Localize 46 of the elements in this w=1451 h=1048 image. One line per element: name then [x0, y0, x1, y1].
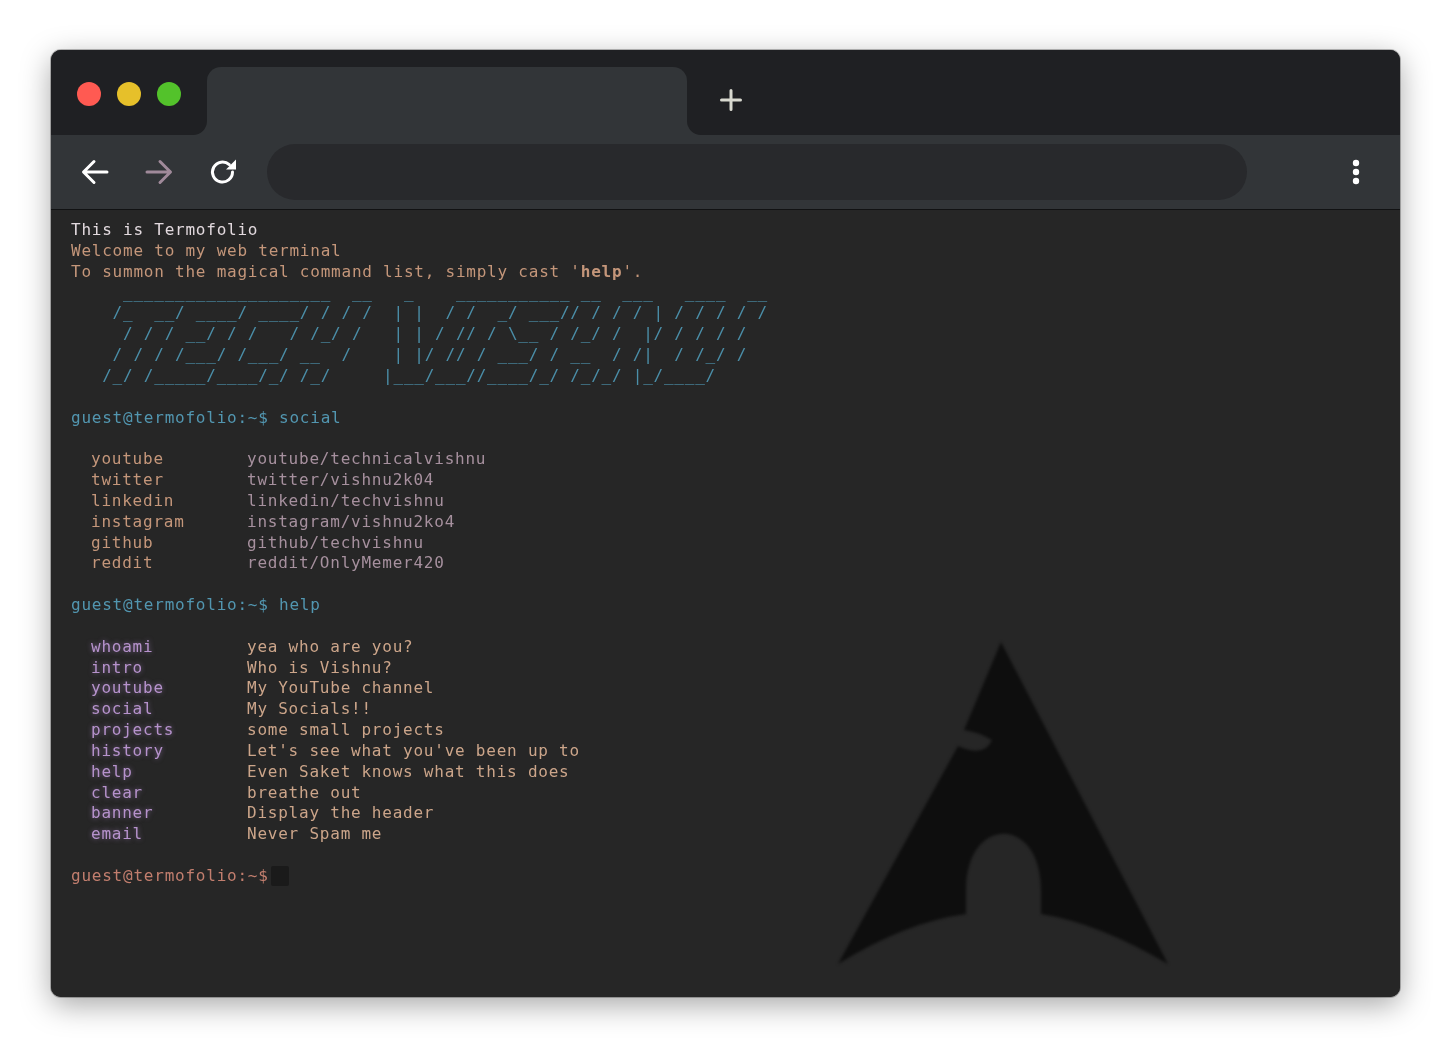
command-name: help: [91, 761, 133, 781]
social-link[interactable]: instagram/vishnu2ko4: [247, 511, 456, 531]
social-link[interactable]: linkedin/techvishnu: [247, 490, 445, 510]
social-link[interactable]: reddit/OnlyMemer420: [247, 553, 445, 573]
command-description: Let's see what you've been up to: [247, 740, 580, 760]
command-name: projects: [91, 720, 175, 740]
prompt-line: guest@termofolio:~$: [71, 865, 269, 887]
command-description: breathe out: [247, 782, 362, 802]
social-name: youtube: [91, 449, 164, 469]
social-name: instagram: [91, 511, 185, 531]
reload-icon[interactable]: [209, 158, 237, 186]
window-control-icon[interactable]: [77, 82, 101, 106]
more-options-icon[interactable]: [1352, 159, 1360, 185]
command-description: yea who are you?: [247, 636, 414, 656]
social-name: reddit: [91, 553, 154, 573]
command-name: banner: [91, 803, 154, 823]
social-name: twitter: [91, 470, 164, 489]
social-link[interactable]: github/techvishnu: [247, 532, 424, 552]
command-description: some small projects: [247, 720, 445, 740]
social-name: linkedin: [91, 490, 175, 510]
social-link[interactable]: youtube/technicalvishnu: [247, 449, 487, 469]
command-description: My Socials!!: [247, 699, 372, 719]
window-control-icon[interactable]: [157, 82, 181, 106]
command-name: youtube: [91, 678, 164, 698]
command-description: Who is Vishnu?: [247, 657, 393, 677]
plus-icon[interactable]: [720, 89, 742, 111]
banner-text: Welcome to my web terminal: [71, 240, 342, 262]
social-link[interactable]: twitter/vishnu2k04: [247, 470, 435, 489]
command-name: social: [91, 699, 154, 719]
command-name: clear: [91, 782, 143, 802]
command-name: whoami: [91, 636, 154, 656]
command-name: intro: [91, 657, 143, 677]
social-name: github: [91, 532, 154, 552]
prompt-line: guest@termofolio:~$ social: [71, 407, 342, 429]
prompt-line: guest@termofolio:~$ help: [71, 595, 321, 616]
command-name: email: [91, 824, 143, 844]
command-description: Never Spam me: [247, 824, 383, 844]
command-description: Even Saket knows what this does: [247, 761, 570, 781]
window-control-icon[interactable]: [117, 82, 141, 106]
ascii-art-text: ____________________ __ _ ___________ __ ___ ____ __ /_ __/ ____/ ____/ / / / | | / / _/ ___// / / / | / / / / / / / / __/ / / / /_/ / | | / // / \__ / /_/ / |/ / / / / / / / /___/ /___/ __ / | |/ // / ___/ / __ / /| / /_/ / /_/ /_____/____/_/ /_/ |___/___//____/_/ /_/_/ |_/____/: [101, 282, 768, 387]
command-description: Display the header: [247, 803, 435, 823]
command-name: history: [91, 740, 164, 760]
banner-text: To summon the magical command list, simply cast 'help'.: [71, 261, 644, 283]
left-arrow-icon[interactable]: [81, 158, 109, 186]
banner-title: This is Termofolio: [71, 220, 259, 241]
command-description: My YouTube channel: [247, 678, 435, 698]
